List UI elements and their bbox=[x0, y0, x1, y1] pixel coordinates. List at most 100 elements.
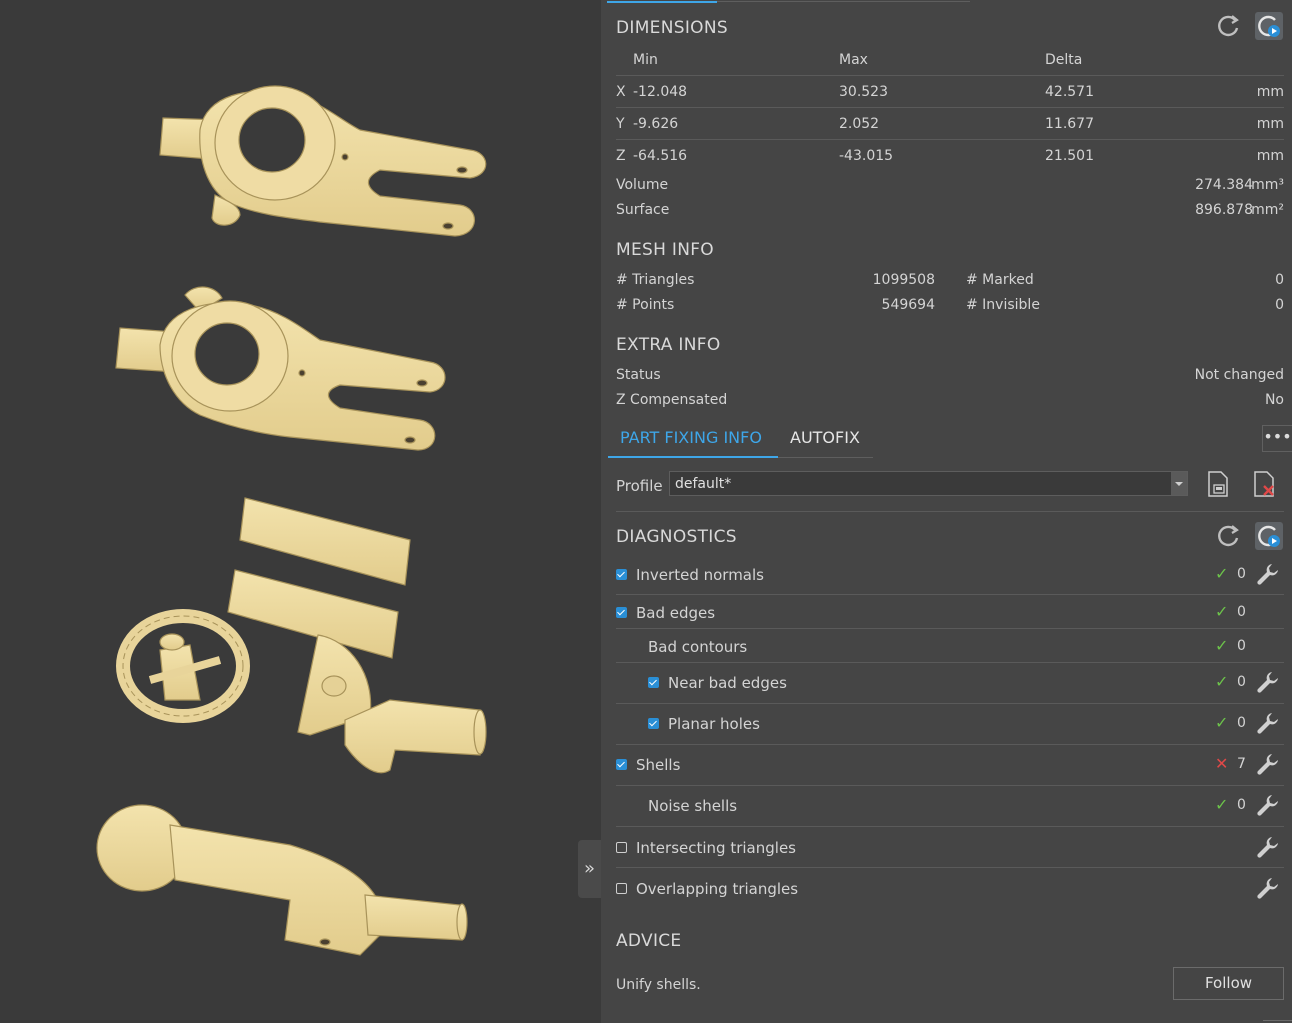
chevron-down-icon[interactable] bbox=[1171, 472, 1187, 495]
dim-unit: mm bbox=[1256, 148, 1284, 164]
volume-value: 274.384 bbox=[1195, 177, 1253, 193]
divider bbox=[616, 75, 1284, 76]
surface-unit: mm² bbox=[1251, 202, 1284, 218]
diagnostic-label: Bad contours bbox=[648, 638, 748, 656]
check-icon: ✓ bbox=[1215, 602, 1229, 621]
check-icon: ✓ bbox=[1215, 636, 1229, 655]
profile-label: Profile bbox=[616, 477, 663, 495]
diagnostic-count: 0 bbox=[1237, 566, 1246, 582]
triangles-value: 1099508 bbox=[872, 272, 935, 288]
diagnostic-checkbox[interactable] bbox=[616, 759, 627, 770]
diagnostic-checkbox[interactable] bbox=[648, 677, 659, 688]
save-profile-icon[interactable] bbox=[1205, 470, 1231, 498]
extra-info-title: EXTRA INFO bbox=[616, 335, 721, 355]
dim-unit: mm bbox=[1256, 116, 1284, 132]
wrench-icon[interactable] bbox=[1255, 669, 1281, 695]
follow-button[interactable]: Follow bbox=[1173, 967, 1284, 1000]
points-label: # Points bbox=[616, 297, 675, 313]
wrench-icon[interactable] bbox=[1255, 792, 1281, 818]
dim-delta-value: 42.571 bbox=[1045, 84, 1094, 100]
part-disc-arm[interactable] bbox=[96, 804, 468, 956]
auto-refresh-dimensions-icon[interactable] bbox=[1255, 12, 1283, 40]
part-plates[interactable] bbox=[227, 497, 411, 659]
divider bbox=[616, 785, 1284, 786]
auto-refresh-diagnostics-icon[interactable] bbox=[1255, 522, 1283, 550]
wrench-icon[interactable] bbox=[1255, 875, 1281, 901]
model-parts bbox=[96, 85, 487, 956]
axis-label: Y bbox=[616, 116, 625, 132]
divider bbox=[616, 826, 1284, 827]
dimensions-title: DIMENSIONS bbox=[616, 18, 728, 38]
volume-unit: mm³ bbox=[1251, 177, 1284, 193]
diagnostic-label: Planar holes bbox=[668, 715, 760, 733]
z-compensated-value: No bbox=[1264, 392, 1284, 408]
divider bbox=[1263, 1020, 1292, 1021]
diagnostic-label: Overlapping triangles bbox=[636, 880, 799, 898]
divider bbox=[616, 744, 1284, 745]
surface-value: 896.878 bbox=[1195, 202, 1253, 218]
diagnostic-count: 0 bbox=[1237, 715, 1246, 731]
z-compensated-label: Z Compensated bbox=[616, 392, 728, 408]
wrench-icon[interactable] bbox=[1255, 834, 1281, 860]
collapse-panel-button[interactable]: » bbox=[578, 840, 601, 898]
marked-value: 0 bbox=[1275, 272, 1284, 288]
diagnostic-checkbox[interactable] bbox=[616, 883, 627, 894]
profile-select[interactable]: default* bbox=[669, 471, 1188, 496]
check-icon: ✓ bbox=[1215, 672, 1229, 691]
part-braided-ring[interactable] bbox=[116, 609, 250, 723]
volume-label: Volume bbox=[616, 177, 669, 193]
diagnostics-title: DIAGNOSTICS bbox=[616, 527, 737, 547]
status-label: Status bbox=[616, 367, 661, 383]
advice-text: Unify shells. bbox=[616, 977, 701, 993]
marked-label: # Marked bbox=[966, 272, 1034, 288]
part-info-panel: DIMENSIONS Min Max Delta X -12.048 30.52… bbox=[601, 0, 1292, 1023]
tab-part-fixing-info[interactable]: PART FIXING INFO bbox=[620, 428, 762, 447]
axis-label: Z bbox=[616, 148, 626, 164]
dim-min-value: -64.516 bbox=[633, 148, 688, 164]
delete-profile-icon[interactable] bbox=[1251, 470, 1277, 498]
dim-delta-value: 11.677 bbox=[1045, 116, 1094, 132]
diagnostic-checkbox[interactable] bbox=[616, 607, 627, 618]
check-icon: ✓ bbox=[1215, 564, 1229, 583]
wrench-icon[interactable] bbox=[1255, 751, 1281, 777]
diagnostic-count: 0 bbox=[1237, 604, 1246, 620]
dim-max-value: 30.523 bbox=[839, 84, 888, 100]
surface-label: Surface bbox=[616, 202, 670, 218]
diagnostic-label: Intersecting triangles bbox=[636, 839, 796, 857]
part-clevis-1[interactable] bbox=[159, 85, 487, 237]
diagnostic-count: 0 bbox=[1237, 638, 1246, 654]
dim-header-min: Min bbox=[633, 52, 658, 68]
status-value: Not changed bbox=[1194, 367, 1284, 383]
invisible-label: # Invisible bbox=[966, 297, 1040, 313]
tab-autofix[interactable]: AUTOFIX bbox=[790, 428, 860, 447]
divider bbox=[616, 867, 1284, 868]
dim-min-value: -9.626 bbox=[633, 116, 679, 132]
diagnostic-checkbox[interactable] bbox=[648, 718, 659, 729]
part-clevis-2[interactable] bbox=[115, 286, 446, 451]
diagnostic-checkbox[interactable] bbox=[616, 842, 627, 853]
divider bbox=[616, 594, 1284, 595]
triangles-label: # Triangles bbox=[616, 272, 695, 288]
points-value: 549694 bbox=[881, 297, 935, 313]
divider bbox=[616, 139, 1284, 140]
refresh-diagnostics-icon[interactable] bbox=[1215, 522, 1243, 550]
diagnostic-checkbox[interactable] bbox=[616, 569, 627, 580]
divider bbox=[616, 107, 1284, 108]
dim-delta-value: 21.501 bbox=[1045, 148, 1094, 164]
divider bbox=[616, 703, 1284, 704]
wrench-icon[interactable] bbox=[1255, 710, 1281, 736]
dim-header-delta: Delta bbox=[1045, 52, 1083, 68]
divider bbox=[616, 511, 1284, 512]
advice-title: ADVICE bbox=[616, 931, 682, 951]
3d-viewport[interactable] bbox=[0, 0, 601, 1023]
dim-max-value: 2.052 bbox=[839, 116, 880, 132]
check-icon: ✓ bbox=[1215, 795, 1229, 814]
wrench-icon[interactable] bbox=[1255, 561, 1281, 587]
more-options-button[interactable]: ••• bbox=[1262, 425, 1292, 452]
tab-underline bbox=[778, 457, 873, 458]
top-tab-strip bbox=[607, 0, 970, 4]
dim-unit: mm bbox=[1256, 84, 1284, 100]
dim-min-value: -12.048 bbox=[633, 84, 688, 100]
refresh-dimensions-icon[interactable] bbox=[1215, 12, 1243, 40]
diagnostic-label: Near bad edges bbox=[668, 674, 787, 692]
